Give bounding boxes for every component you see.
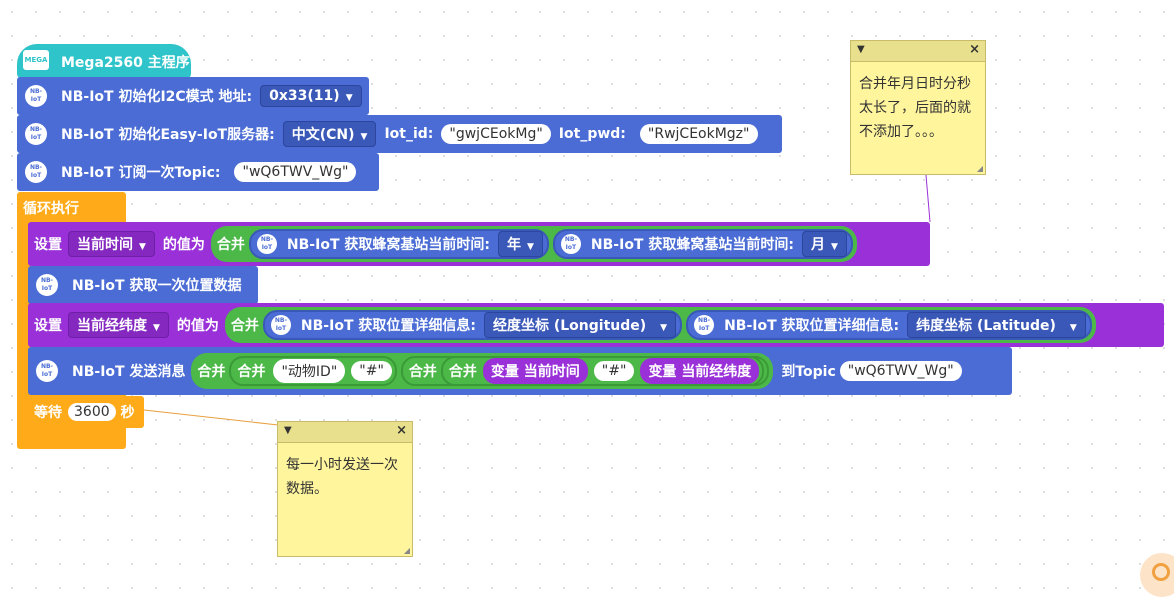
hat-label: Mega2560 主程序: [61, 55, 190, 71]
language-dropdown[interactable]: 中文(CN) ▼: [282, 121, 377, 147]
get-location-label: NB-IoT 获取一次位置数据: [72, 278, 242, 294]
string-hash-2[interactable]: "#": [593, 361, 635, 381]
mega-board-icon: MEGA: [23, 50, 49, 70]
to-topic-label: 到Topic: [781, 364, 836, 380]
join-block-time[interactable]: 合并 NB- IoT NB-IoT 获取蜂窝基站当前时间: 年 ▼ NB- IoT N…: [210, 226, 857, 262]
main-program-hat-block[interactable]: MEGA Mega2560 主程序: [17, 44, 191, 78]
set-current-lnglat-block[interactable]: 设置 当前经纬度 ▼ 的值为 合并 NB- IoT NB-IoT 获取位置详细信息:…: [28, 303, 1164, 347]
join-label: 合并: [448, 364, 477, 380]
join-block-data[interactable]: 合并 合并 变量 当前时间 "#" 变量 当前经纬度: [400, 356, 770, 386]
get-base-station-time-month[interactable]: NB- IoT NB-IoT 获取蜂窝基站当前时间: 月 ▼: [552, 229, 853, 259]
iot-id-label: Iot_id:: [384, 126, 434, 142]
send-topic-input[interactable]: "wQ6TWV_Wg": [839, 361, 962, 381]
get-location-detail-latitude[interactable]: NB- IoT NB-IoT 获取位置详细信息: 纬度坐标 (Latitude) ▼: [686, 310, 1092, 340]
wait-block[interactable]: 等待 3600 秒: [28, 396, 144, 428]
chevron-down-icon: ▼: [1069, 323, 1077, 333]
nbiot-icon: NB- IoT: [560, 234, 581, 254]
variable-dropdown-current-lnglat[interactable]: 当前经纬度 ▼: [68, 312, 169, 338]
chevron-down-icon: ▼: [153, 323, 160, 333]
subscribe-topic-block[interactable]: NB- IoT NB-IoT 订阅一次Topic: "wQ6TWV_Wg": [17, 153, 379, 191]
variable-current-time[interactable]: 变量 当前时间: [482, 358, 588, 384]
value-label: 的值为: [176, 318, 219, 334]
send-message-block[interactable]: NB- IoT NB-IoT 发送消息 合并 合并 "动物ID" "#" 合并 合…: [28, 347, 1012, 395]
collapse-triangle-icon[interactable]: ▼: [857, 44, 865, 55]
resize-grip-icon[interactable]: ◢: [404, 546, 410, 555]
close-icon[interactable]: ×: [396, 423, 407, 438]
comment-note-merge-time[interactable]: ▼ × 合并年月日时分秒太长了，后面的就不添加了。。。 ◢: [850, 40, 986, 175]
join-block-outer[interactable]: 合并 合并 "动物ID" "#" 合并 合并 变量 当前时间 "#" 变量 当前…: [191, 353, 774, 389]
resize-grip-icon[interactable]: ◢: [977, 164, 983, 173]
time-field-dropdown-year[interactable]: 年 ▼: [497, 231, 543, 257]
nbiot-icon: NB- IoT: [25, 161, 47, 183]
get-location-detail-label: NB-IoT 获取位置详细信息:: [724, 318, 900, 334]
subscribe-topic-input[interactable]: "wQ6TWV_Wg": [234, 162, 357, 182]
value-label: 的值为: [162, 237, 205, 253]
chevron-down-icon: ▼: [526, 242, 534, 252]
nbiot-icon: NB- IoT: [36, 360, 58, 382]
collapse-triangle-icon[interactable]: ▼: [284, 425, 292, 436]
wait-unit-label: 秒: [120, 405, 135, 421]
join-label: 合并: [197, 364, 226, 380]
set-current-time-block[interactable]: 设置 当前时间 ▼ 的值为 合并 NB- IoT NB-IoT 获取蜂窝基站当前时间…: [28, 222, 930, 266]
nbiot-icon: NB- IoT: [36, 274, 58, 296]
assistant-badge-icon[interactable]: [1140, 553, 1174, 597]
join-label: 合并: [408, 364, 437, 380]
join-label: 合并: [216, 237, 245, 253]
iot-pwd-label: Iot_pwd:: [558, 126, 626, 142]
location-field-dropdown-longitude[interactable]: 经度坐标 (Longitude) ▼: [483, 312, 677, 338]
chevron-down-icon: ▼: [660, 323, 668, 333]
set-label: 设置: [34, 318, 62, 334]
note-header[interactable]: ▼ ×: [278, 422, 412, 443]
get-time-label: NB-IoT 获取蜂窝基站当前时间:: [286, 237, 490, 253]
chevron-down-icon: ▼: [830, 242, 838, 252]
variable-current-lnglat[interactable]: 变量 当前经纬度: [640, 358, 760, 384]
send-label: NB-IoT 发送消息: [72, 364, 186, 380]
init-i2c-block[interactable]: NB- IoT NB-IoT 初始化I2C模式 地址: 0x33(11) ▼: [17, 77, 369, 115]
join-block-time-lnglat[interactable]: 合并 变量 当前时间 "#" 变量 当前经纬度: [440, 356, 765, 386]
iot-id-input[interactable]: "gwjCEokMg": [441, 124, 551, 144]
subscribe-label: NB-IoT 订阅一次Topic:: [61, 165, 221, 181]
loop-label: 循环执行: [23, 201, 79, 217]
nbiot-icon: NB- IoT: [694, 315, 715, 335]
string-hash-1[interactable]: "#": [351, 361, 392, 381]
join-block-id[interactable]: 合并 "动物ID" "#": [229, 356, 397, 386]
note-text[interactable]: 合并年月日时分秒太长了，后面的就不添加了。。。: [851, 62, 985, 154]
nbiot-icon: NB- IoT: [25, 85, 47, 107]
i2c-address-dropdown[interactable]: 0x33(11) ▼: [260, 85, 362, 107]
init-server-block[interactable]: NB- IoT NB-IoT 初始化Easy-IoT服务器: 中文(CN) ▼ Io…: [17, 115, 782, 153]
get-time-label: NB-IoT 获取蜂窝基站当前时间:: [590, 237, 794, 253]
comment-note-hourly[interactable]: ▼ × 每一小时发送一次数据。 ◢: [277, 421, 413, 557]
close-icon[interactable]: ×: [969, 42, 980, 57]
nbiot-icon: NB- IoT: [270, 315, 291, 335]
wait-seconds-input[interactable]: 3600: [68, 403, 116, 421]
init-i2c-label: NB-IoT 初始化I2C模式 地址:: [61, 89, 253, 105]
get-location-detail-label: NB-IoT 获取位置详细信息:: [300, 318, 476, 334]
iot-pwd-input[interactable]: "RwjCEokMgz": [639, 124, 758, 144]
string-animal-id[interactable]: "动物ID": [273, 359, 346, 383]
join-block-lnglat[interactable]: 合并 NB- IoT NB-IoT 获取位置详细信息: 经度坐标 (Longitu…: [224, 307, 1096, 343]
chevron-down-icon: ▼: [360, 132, 368, 142]
init-server-label: NB-IoT 初始化Easy-IoT服务器:: [61, 127, 275, 143]
location-field-dropdown-latitude[interactable]: 纬度坐标 (Latitude) ▼: [907, 312, 1086, 338]
chevron-down-icon: ▼: [139, 242, 146, 252]
get-location-detail-longitude[interactable]: NB- IoT NB-IoT 获取位置详细信息: 经度坐标 (Longitude)…: [262, 310, 683, 340]
join-label: 合并: [230, 318, 259, 334]
note-header[interactable]: ▼ ×: [851, 41, 985, 62]
nbiot-icon: NB- IoT: [25, 123, 47, 145]
chevron-down-icon: ▼: [345, 93, 353, 103]
wait-label: 等待: [34, 405, 62, 421]
time-field-dropdown-month[interactable]: 月 ▼: [801, 231, 847, 257]
join-label: 合并: [237, 364, 266, 380]
variable-dropdown-current-time[interactable]: 当前时间 ▼: [68, 231, 155, 257]
note-text[interactable]: 每一小时发送一次数据。: [278, 443, 412, 511]
get-location-block[interactable]: NB- IoT NB-IoT 获取一次位置数据: [28, 266, 258, 304]
nbiot-icon: NB- IoT: [256, 234, 277, 254]
set-label: 设置: [34, 237, 62, 253]
get-base-station-time-year[interactable]: NB- IoT NB-IoT 获取蜂窝基站当前时间: 年 ▼: [248, 229, 549, 259]
